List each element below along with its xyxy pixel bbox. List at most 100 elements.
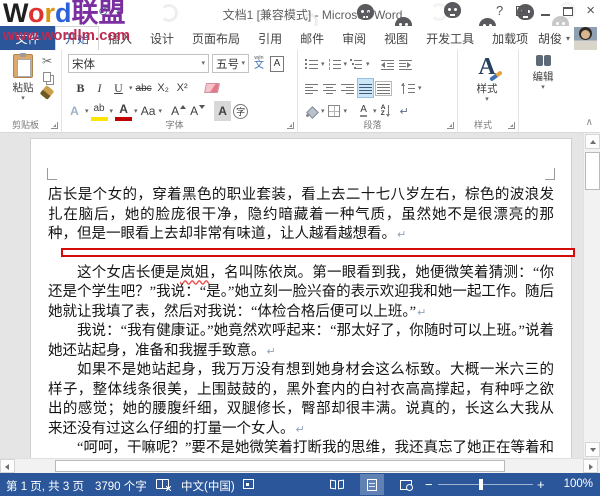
format-painter-icon[interactable] <box>40 85 55 100</box>
vertical-scrollbar[interactable] <box>583 133 600 458</box>
bullets-button[interactable] <box>303 54 320 74</box>
paragraph[interactable]: 我说：“我有健康证。”她竟然欢呼起来：“那太好了，你随时可以上班。”说着她还站起… <box>48 322 554 361</box>
decrease-indent-button[interactable] <box>379 54 396 74</box>
scroll-down-icon[interactable] <box>585 442 600 457</box>
line-spacing-button[interactable] <box>400 78 417 98</box>
language-status[interactable]: 中文(中国) <box>181 478 235 494</box>
tab-file[interactable]: 文件 <box>0 26 55 50</box>
increase-indent-button[interactable] <box>397 54 414 74</box>
font-size-select[interactable]: 五号 ▾ <box>212 54 249 73</box>
paste-button[interactable]: 粘贴 ▾ <box>6 54 40 102</box>
empty-paragraph[interactable] <box>48 245 554 264</box>
copy-icon[interactable] <box>43 72 51 82</box>
word-count-status[interactable]: 3790 个字 <box>95 478 147 494</box>
font-family-select[interactable]: 宋体 ▾ <box>68 54 209 73</box>
numbering-button[interactable] <box>326 54 343 74</box>
underline-button[interactable]: U <box>110 78 127 98</box>
user-name[interactable]: 胡俊 <box>538 30 562 47</box>
horizontal-scrollbar[interactable] <box>0 458 600 473</box>
underline-caret-icon[interactable]: ▾ <box>129 85 133 92</box>
styles-dialog-launcher-icon[interactable] <box>508 122 515 129</box>
horizontal-scrollbar-thumb[interactable] <box>55 460 505 472</box>
subscript-button[interactable]: X₂ <box>155 78 172 98</box>
asian-layout-caret-icon[interactable]: ▾ <box>373 108 377 115</box>
close-icon[interactable]: × <box>586 4 595 18</box>
bold-button[interactable]: B <box>72 78 89 98</box>
zoom-out-button[interactable]: − <box>425 477 433 492</box>
align-left-button[interactable] <box>303 78 320 98</box>
web-layout-button[interactable] <box>394 474 418 495</box>
align-right-icon <box>341 83 354 94</box>
restore-icon[interactable] <box>563 7 573 16</box>
user-menu-caret-icon[interactable]: ▾ <box>566 34 570 43</box>
text-effects-caret-icon[interactable]: ▾ <box>85 108 89 115</box>
page-number-status[interactable]: 第 1 页, 共 3 页 <box>6 478 84 494</box>
paragraph[interactable]: 这个女店长便是岚姐，名叫陈依岚。第一眼看到我，她便微笑着猜测：“你还是个学生吧？… <box>48 264 554 323</box>
tab-design[interactable]: 设计 <box>141 26 183 50</box>
qat-customize-icon[interactable]: ▾ <box>117 7 121 20</box>
undo-icon[interactable]: ↺ <box>98 4 109 20</box>
clear-formatting-icon[interactable] <box>204 83 220 93</box>
italic-button[interactable]: I <box>91 78 108 98</box>
tab-insert[interactable]: 插入 <box>99 26 141 50</box>
character-border-icon[interactable]: A <box>270 56 284 72</box>
scroll-left-icon[interactable] <box>0 459 15 473</box>
collapse-ribbon-icon[interactable]: ∧ <box>586 117 593 128</box>
numbering-caret-icon[interactable]: ▾ <box>344 61 348 68</box>
superscript-button[interactable]: X² <box>174 78 191 98</box>
bullets-caret-icon[interactable]: ▾ <box>321 61 325 68</box>
strikethrough-button[interactable]: abc <box>135 78 153 98</box>
ribbon: 粘贴 ▾ ✂ 剪贴板 宋体 ▾ 五号 ▾ <box>0 50 600 133</box>
styles-button[interactable]: A 样式 ▾ <box>466 53 508 103</box>
font-group-label: 字体 <box>62 118 287 131</box>
editing-button[interactable]: 编辑 ▾ <box>523 55 563 91</box>
change-case-caret-icon[interactable]: ▾ <box>159 108 163 115</box>
shading-caret-icon[interactable]: ▾ <box>321 108 325 115</box>
read-mode-button[interactable] <box>325 474 349 495</box>
account-area[interactable]: 胡俊 ▾ <box>538 26 600 50</box>
borders-caret-icon[interactable]: ▾ <box>344 108 348 115</box>
align-center-button[interactable] <box>321 78 338 98</box>
help-icon[interactable]: ? <box>496 4 503 18</box>
tab-home[interactable]: 开始 <box>55 26 99 50</box>
zoom-in-button[interactable]: + <box>537 477 545 492</box>
enclose-characters-icon[interactable]: 字 <box>233 104 248 119</box>
avatar[interactable] <box>574 27 597 50</box>
clipboard-dialog-launcher-icon[interactable] <box>51 122 58 129</box>
paragraph[interactable]: 如果不是她站起身，我万万没有想到她身材会这么标致。大概一米六三的样子，整体线条很… <box>48 361 554 439</box>
tab-page-layout[interactable]: 页面布局 <box>183 26 249 50</box>
proofing-status-icon[interactable] <box>156 479 169 489</box>
tab-mailings[interactable]: 邮件 <box>291 26 333 50</box>
tab-review[interactable]: 审阅 <box>333 26 375 50</box>
multilevel-caret-icon[interactable]: ▾ <box>366 61 370 68</box>
distribute-button[interactable] <box>375 78 392 98</box>
paragraph-dialog-launcher-icon[interactable] <box>447 122 454 129</box>
scroll-up-icon[interactable] <box>585 134 600 149</box>
font-color-caret-icon[interactable]: ▾ <box>134 108 138 115</box>
document-text[interactable]: 店长是个女的，穿着黑色的职业套装，看上去二十七八岁左右，棕色的波浪发扎在脑后，她… <box>48 186 554 458</box>
zoom-slider-track[interactable] <box>438 484 533 485</box>
tab-developer[interactable]: 开发工具 <box>417 26 483 50</box>
minimize-icon[interactable] <box>541 14 550 16</box>
multilevel-list-button[interactable] <box>348 54 365 74</box>
ribbon-display-options-icon[interactable] <box>516 6 528 16</box>
line-spacing-caret-icon[interactable]: ▾ <box>418 85 422 92</box>
scroll-right-icon[interactable] <box>583 459 598 473</box>
margin-corner-mark-right <box>545 168 555 180</box>
tab-references[interactable]: 引用 <box>249 26 291 50</box>
align-right-button[interactable] <box>339 78 356 98</box>
tab-addins[interactable]: 加载项 <box>483 26 537 50</box>
font-dialog-launcher-icon[interactable] <box>287 122 294 129</box>
tab-view[interactable]: 视图 <box>375 26 417 50</box>
paragraph[interactable]: “呵呵，干嘛呢？”要不是她微笑着打断我的思维，我还真忘了她正在等着和我握手。慌忙… <box>48 439 554 458</box>
vertical-scrollbar-thumb[interactable] <box>585 152 600 190</box>
highlight-caret-icon[interactable]: ▾ <box>110 108 114 115</box>
macro-record-icon[interactable] <box>243 479 254 489</box>
zoom-level[interactable]: 100% <box>564 478 593 490</box>
paragraph[interactable]: 店长是个女的，穿着黑色的职业套装，看上去二十七八岁左右，棕色的波浪发扎在脑后，她… <box>48 186 554 245</box>
zoom-slider-thumb[interactable] <box>479 479 483 490</box>
print-layout-button[interactable] <box>360 474 384 495</box>
justify-button[interactable] <box>357 78 374 98</box>
cut-icon[interactable]: ✂ <box>42 55 52 67</box>
phonetic-guide-icon[interactable]: wén文 <box>254 56 264 71</box>
